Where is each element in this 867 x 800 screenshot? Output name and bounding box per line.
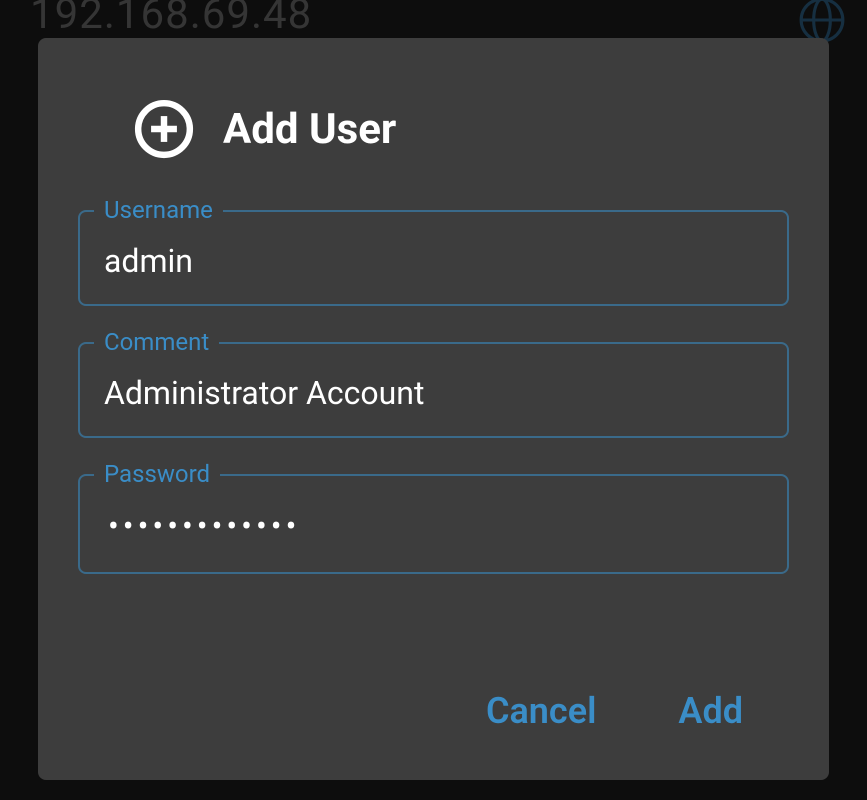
cancel-button[interactable]: Cancel [470, 682, 612, 740]
password-masked-value: ••••••••••••• [108, 507, 300, 545]
dialog-header: Add User [78, 98, 789, 160]
comment-input[interactable] [78, 342, 789, 438]
add-user-dialog: Add User Username Comment Password •••••… [38, 38, 829, 780]
comment-field-group: Comment [78, 342, 789, 438]
password-input[interactable]: ••••••••••••• [78, 474, 789, 574]
comment-label: Comment [94, 328, 219, 356]
add-icon [133, 98, 195, 160]
dialog-title: Add User [223, 105, 396, 154]
add-button[interactable]: Add [662, 682, 759, 740]
dialog-actions: Cancel Add [78, 642, 789, 740]
password-label: Password [94, 460, 220, 488]
username-input[interactable] [78, 210, 789, 306]
password-field-group: Password ••••••••••••• [78, 474, 789, 574]
username-field-group: Username [78, 210, 789, 306]
username-label: Username [94, 196, 223, 224]
